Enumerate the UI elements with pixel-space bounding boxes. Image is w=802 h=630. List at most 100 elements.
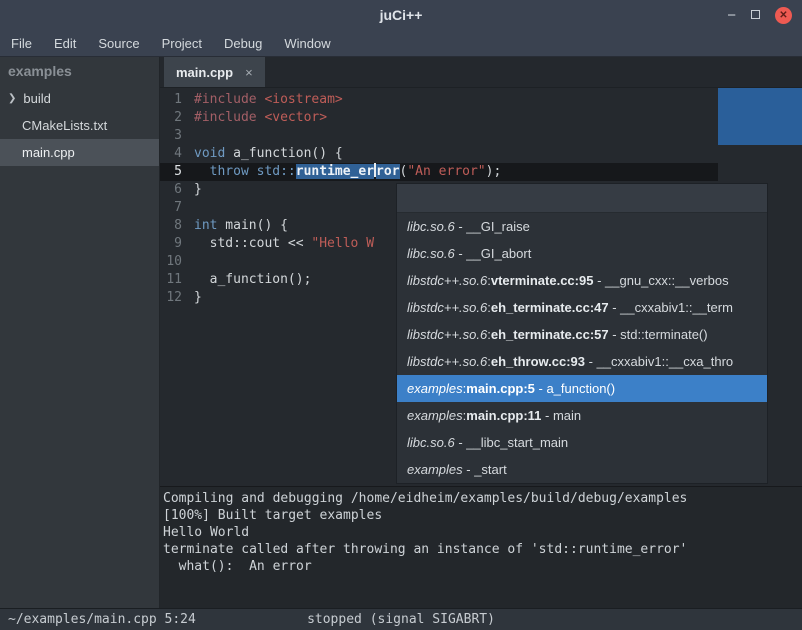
code-text: #include <iostream>	[188, 91, 343, 109]
code-line-3[interactable]: 3	[160, 127, 802, 145]
menu-project[interactable]: Project	[151, 30, 213, 56]
chevron-right-icon[interactable]: ❯	[8, 93, 16, 104]
stack-frame-7[interactable]: examples:main.cpp:11 - main	[397, 402, 767, 429]
popup-header-spacer	[397, 184, 767, 213]
stack-frame-5[interactable]: libstdc++.so.6:eh_throw.cc:93 - __cxxabi…	[397, 348, 767, 375]
code-text: std::cout << "Hello W	[188, 235, 374, 253]
frame-function: - __gnu_cxx::__verbos	[593, 273, 728, 288]
code-text: }	[188, 181, 202, 199]
tree-item-cmakelists-txt[interactable]: CMakeLists.txt	[0, 112, 159, 139]
app-window: { "colors": { "accent_selection_blue": "…	[0, 0, 802, 630]
close-icon[interactable]: ✕	[775, 7, 792, 24]
code-str: <iostream>	[264, 92, 342, 107]
file-label: CMakeLists.txt	[22, 118, 107, 133]
code-text	[188, 199, 194, 217]
code-text: }	[188, 289, 202, 307]
code-str: "Hello W	[311, 236, 374, 251]
frame-location: eh_terminate.cc:47	[491, 300, 609, 315]
code-occ: runtime_er	[296, 164, 374, 179]
code-plain: }	[194, 290, 202, 305]
menu-window[interactable]: Window	[273, 30, 341, 56]
terminal-line-1: [100%] Built target examples	[163, 507, 802, 524]
code-text: #include <vector>	[188, 109, 327, 127]
menu-debug[interactable]: Debug	[213, 30, 273, 56]
code-pp: #include	[194, 92, 257, 107]
frame-library: libc.so.6	[407, 435, 455, 450]
frame-function: - a_function()	[535, 381, 615, 396]
terminal-output[interactable]: Compiling and debugging /home/eidheim/ex…	[160, 486, 802, 608]
frame-library: libstdc++.so.6	[407, 327, 487, 342]
frame-function: - __libc_start_main	[455, 435, 568, 450]
menu-edit[interactable]: Edit	[43, 30, 87, 56]
frame-function: - __cxxabiv1::__cxa_thro	[585, 354, 733, 369]
code-kw: int	[194, 218, 217, 233]
tab-close-icon[interactable]: ×	[245, 65, 253, 80]
file-label: build	[23, 91, 50, 106]
terminal-line-0: Compiling and debugging /home/eidheim/ex…	[163, 490, 802, 507]
line-number: 3	[160, 127, 188, 145]
frame-location: main.cpp:5	[466, 381, 535, 396]
stack-frame-2[interactable]: libstdc++.so.6:vterminate.cc:95 - __gnu_…	[397, 267, 767, 294]
stack-frame-9[interactable]: examples - _start	[397, 456, 767, 483]
line-number: 8	[160, 217, 188, 235]
code-text: throw std::runtime_error("An error");	[188, 163, 501, 181]
debug-tooltip-panel	[718, 88, 802, 145]
menu-source[interactable]: Source	[87, 30, 150, 56]
stack-frame-list: libc.so.6 - __GI_raiselibc.so.6 - __GI_a…	[397, 213, 767, 483]
tab-main-cpp[interactable]: main.cpp ×	[164, 57, 265, 87]
frame-library: libstdc++.so.6	[407, 300, 487, 315]
stack-frame-1[interactable]: libc.so.6 - __GI_abort	[397, 240, 767, 267]
tab-label: main.cpp	[176, 65, 233, 80]
file-tree-sidebar: examples ❯ build CMakeLists.txt main.cpp	[0, 57, 160, 608]
titlebar[interactable]: juCi++ − ✕	[0, 0, 802, 30]
code-type: std::	[257, 164, 296, 179]
code-text	[188, 253, 194, 271]
stack-frame-8[interactable]: libc.so.6 - __libc_start_main	[397, 429, 767, 456]
stack-frame-0[interactable]: libc.so.6 - __GI_raise	[397, 213, 767, 240]
code-plain	[249, 164, 257, 179]
window-title: juCi++	[380, 7, 423, 23]
code-text	[188, 127, 194, 145]
tree-item-main-cpp[interactable]: main.cpp	[0, 139, 159, 166]
code-editor[interactable]: 1#include <iostream>2#include <vector>34…	[160, 88, 802, 486]
terminal-line-2: Hello World	[163, 524, 802, 541]
code-line-1[interactable]: 1#include <iostream>	[160, 91, 802, 109]
line-number: 9	[160, 235, 188, 253]
project-name: examples	[0, 57, 159, 85]
line-number: 4	[160, 145, 188, 163]
stack-frame-6[interactable]: examples:main.cpp:5 - a_function()	[397, 375, 767, 402]
line-number: 10	[160, 253, 188, 271]
code-line-2[interactable]: 2#include <vector>	[160, 109, 802, 127]
status-debug-state: stopped (signal SIGABRT)	[307, 609, 495, 630]
frame-library: examples	[407, 462, 463, 477]
menu-file[interactable]: File	[0, 30, 43, 56]
file-tree: ❯ build CMakeLists.txt main.cpp	[0, 85, 159, 166]
code-line-5[interactable]: 5 throw std::runtime_error("An error");	[160, 163, 802, 181]
tabbar: main.cpp ×	[160, 57, 802, 88]
terminal-line-4: what(): An error	[163, 558, 802, 575]
frame-library: libc.so.6	[407, 246, 455, 261]
frame-library: examples	[407, 408, 463, 423]
code-line-4[interactable]: 4void a_function() {	[160, 145, 802, 163]
statusbar: ~/examples/main.cpp 5:24 stopped (signal…	[0, 608, 802, 630]
minimize-icon[interactable]: −	[727, 8, 736, 23]
code-str: "An error"	[407, 164, 485, 179]
code-plain: );	[486, 164, 502, 179]
frame-location: eh_throw.cc:93	[491, 354, 585, 369]
code-plain: std::cout <<	[194, 236, 311, 251]
tree-item-build[interactable]: ❯ build	[0, 85, 159, 112]
restore-icon[interactable]	[751, 6, 760, 24]
line-number: 12	[160, 289, 188, 307]
frame-function: - __cxxabiv1::__term	[609, 300, 733, 315]
code-plain: main() {	[217, 218, 287, 233]
stack-trace-popup: libc.so.6 - __GI_raiselibc.so.6 - __GI_a…	[396, 183, 768, 484]
code-str: <vector>	[264, 110, 327, 125]
main-area: main.cpp × 1#include <iostream>2#include…	[160, 57, 802, 608]
terminal-line-3: terminate called after throwing an insta…	[163, 541, 802, 558]
line-number: 11	[160, 271, 188, 289]
stack-frame-3[interactable]: libstdc++.so.6:eh_terminate.cc:47 - __cx…	[397, 294, 767, 321]
frame-function: - __GI_abort	[455, 246, 532, 261]
restore-square	[751, 10, 760, 19]
frame-library: libstdc++.so.6	[407, 354, 487, 369]
stack-frame-4[interactable]: libstdc++.so.6:eh_terminate.cc:57 - std:…	[397, 321, 767, 348]
